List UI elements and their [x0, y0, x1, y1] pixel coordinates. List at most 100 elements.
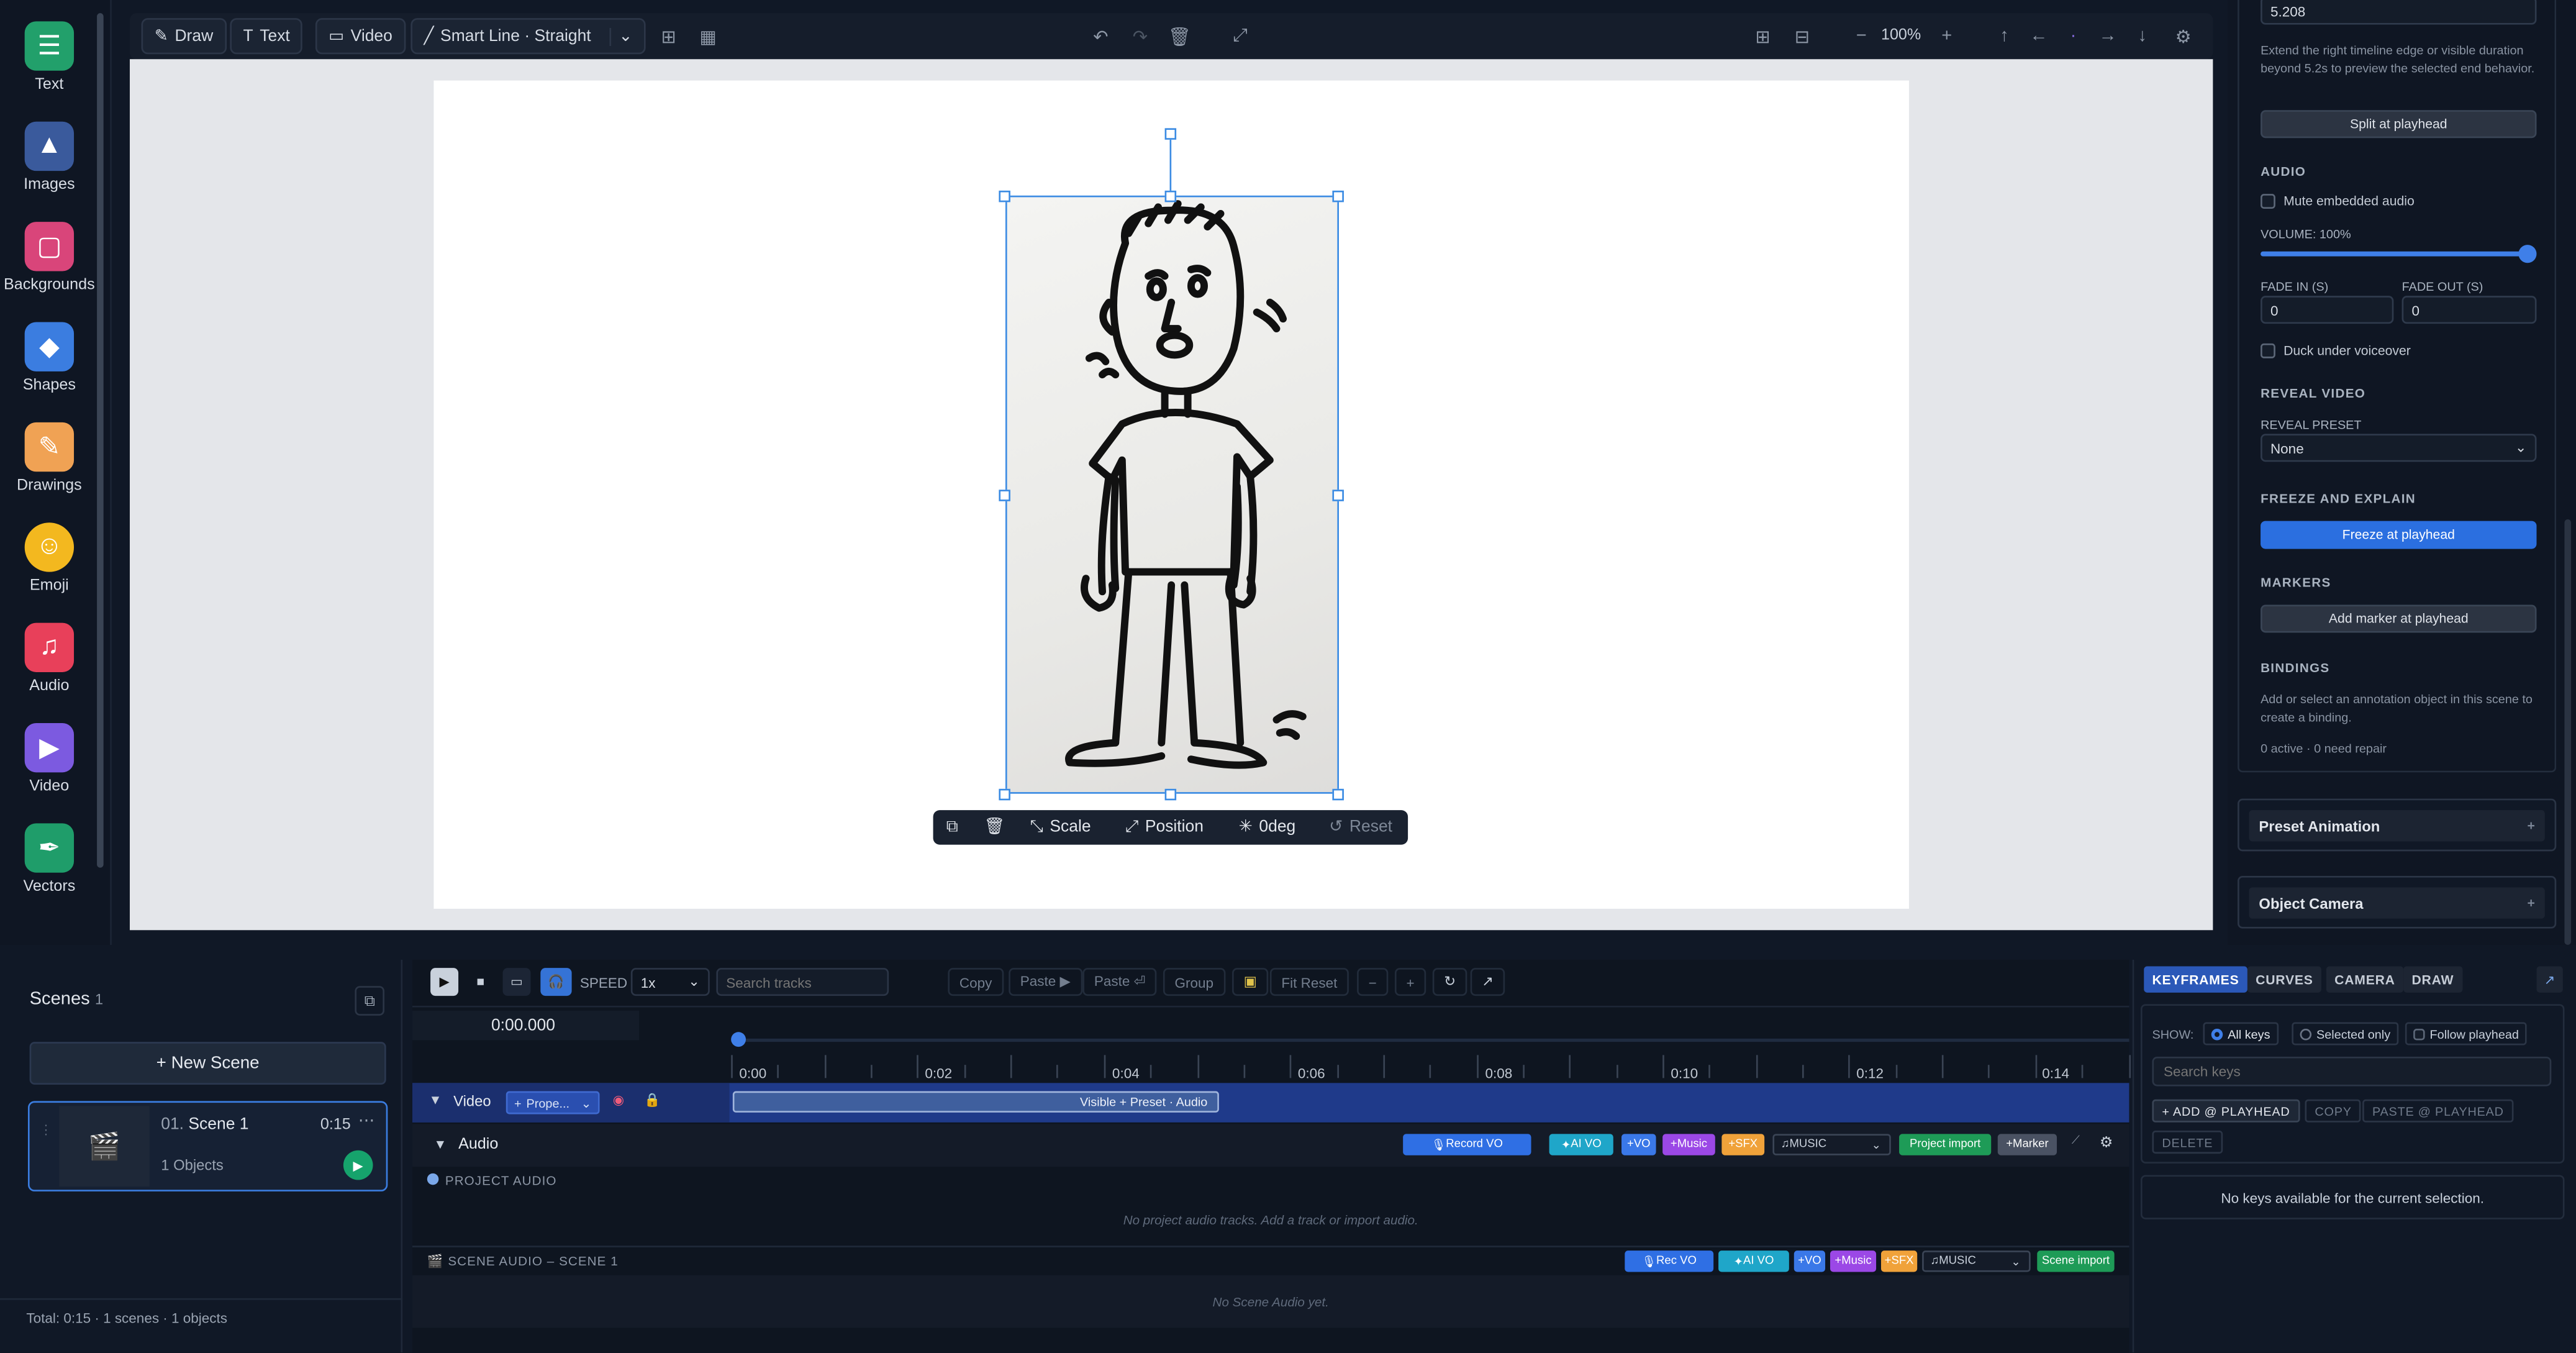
sidebar-item-vectors[interactable]: ✒ Vectors — [0, 823, 99, 896]
tab-curves[interactable]: CURVES — [2247, 966, 2321, 993]
paste-button[interactable]: Paste ▶ — [1009, 968, 1082, 996]
zoom-out-icon[interactable]: − — [1846, 21, 1876, 51]
sidebar-item-shapes[interactable]: ◆ Shapes — [0, 322, 99, 394]
sidebar-item-images[interactable]: ▲ Images — [0, 121, 99, 194]
scene-music-select[interactable]: ♫ MUSIC ⌄ — [1922, 1250, 2031, 1272]
popout-icon[interactable]: ↗ — [1470, 968, 1505, 996]
zoom-in-icon[interactable]: + — [1932, 21, 1962, 51]
expand-icon[interactable]: ⤢ — [1225, 21, 1255, 51]
position-button[interactable]: ⤢ Position — [1125, 810, 1204, 845]
speed-select[interactable]: 1x ⌄ — [630, 968, 710, 996]
redo-icon[interactable]: ↷ — [1125, 21, 1155, 51]
arrow-right-icon[interactable]: → — [2093, 21, 2123, 51]
new-scene-button[interactable]: + New Scene — [29, 1042, 386, 1085]
record-vo-chip[interactable]: 🎙 Record VO — [1403, 1134, 1531, 1155]
center-icon[interactable]: · — [2059, 21, 2088, 51]
resize-handle-nw[interactable] — [999, 190, 1010, 203]
drag-handle-icon[interactable]: ⋮ — [39, 1123, 52, 1137]
sfx-chip[interactable]: +SFX — [1721, 1134, 1765, 1155]
fade-in-input[interactable]: 0 — [2261, 296, 2394, 324]
lock-icon[interactable]: 🔒 — [644, 1093, 660, 1108]
wand-icon[interactable]: ⟋ — [2072, 1136, 2080, 1149]
trash-icon[interactable]: 🗑 — [1165, 21, 1195, 51]
chevron-down-icon[interactable]: ⌄ — [609, 27, 632, 45]
scene-import-chip[interactable]: Scene import — [2037, 1250, 2115, 1272]
paste-keys-button[interactable]: PASTE @ PLAYHEAD — [2362, 1099, 2514, 1123]
play-scene-icon[interactable]: ▶ — [343, 1150, 373, 1180]
rotation-button[interactable]: ✳ 0deg — [1239, 810, 1296, 845]
sidebar-item-drawings[interactable]: ✎ Drawings — [0, 422, 99, 494]
vo-chip[interactable]: +VO — [1621, 1134, 1656, 1155]
paste-alt-button[interactable]: Paste ⏎ — [1082, 968, 1157, 996]
resize-handle-n[interactable] — [1164, 190, 1177, 203]
draw-button[interactable]: ✎ Draw — [141, 18, 227, 55]
scale-button[interactable]: ⤡ Scale — [1030, 810, 1091, 845]
delete-keys-button[interactable]: DELETE — [2152, 1131, 2223, 1154]
music-chip[interactable]: +Music — [1662, 1134, 1715, 1155]
resize-handle-sw[interactable] — [999, 788, 1010, 801]
duplicate-scene-icon[interactable]: ⧉ — [355, 986, 385, 1016]
volume-slider-thumb[interactable] — [2518, 245, 2537, 263]
line-mode-button[interactable]: ╱ Smart Line · Straight ⌄ — [410, 18, 646, 55]
record-icon[interactable]: ◉ — [613, 1093, 624, 1108]
video-clip[interactable]: Visible + Preset · Audio — [732, 1091, 1219, 1113]
drawing-image[interactable] — [1005, 195, 1340, 794]
add-marker-button[interactable]: Add marker at playhead — [2261, 604, 2537, 633]
scene-rec-vo-chip[interactable]: 🎙 Rec VO — [1625, 1250, 1714, 1272]
reveal-preset-select[interactable]: None ⌄ — [2261, 434, 2537, 462]
volume-slider[interactable] — [2261, 251, 2527, 257]
sidebar-item-audio[interactable]: ♫ Audio — [0, 622, 99, 695]
all-keys-radio[interactable]: All keys — [2203, 1022, 2279, 1046]
zoom-in-timeline-icon[interactable]: + — [1394, 968, 1426, 996]
split-at-playhead-button[interactable]: Split at playhead — [2261, 110, 2537, 139]
preset-animation-section[interactable]: Preset Animation + — [2238, 798, 2557, 852]
scene-music-chip[interactable]: +Music — [1830, 1250, 1877, 1272]
group-button[interactable]: Group — [1163, 968, 1225, 996]
reset-button[interactable]: ↺ Reset — [1329, 810, 1392, 845]
sidebar-scrollbar[interactable] — [97, 13, 104, 868]
selected-only-radio[interactable]: Selected only — [2292, 1022, 2399, 1046]
video-track-property-select[interactable]: + Prope... ⌄ — [506, 1091, 600, 1114]
more-icon[interactable]: ⋯ — [358, 1113, 374, 1131]
freeze-at-playhead-button[interactable]: Freeze at playhead — [2261, 521, 2537, 549]
project-import-chip[interactable]: Project import — [1899, 1134, 1992, 1155]
playhead-handle[interactable] — [731, 1032, 746, 1047]
duplicate-icon[interactable]: ⧉ — [946, 810, 958, 845]
search-keys-input[interactable] — [2152, 1056, 2552, 1086]
resize-handle-w[interactable] — [999, 490, 1010, 501]
collapse-icon[interactable]: ▼ — [429, 1093, 442, 1108]
fit-reset-button[interactable]: Fit Reset — [1269, 968, 1349, 996]
mute-checkbox[interactable] — [2261, 194, 2275, 209]
scene-sfx-chip[interactable]: +SFX — [1880, 1250, 1918, 1272]
sidebar-item-text[interactable]: ☰ Text — [0, 21, 99, 94]
ai-vo-chip[interactable]: ✦ AI VO — [1549, 1134, 1613, 1155]
sidebar-item-backgrounds[interactable]: ▢ Backgrounds — [0, 222, 99, 294]
search-tracks-input[interactable] — [716, 968, 889, 996]
arrow-down-icon[interactable]: ↓ — [2128, 21, 2157, 51]
scrub-track[interactable] — [731, 1038, 2129, 1042]
tab-camera[interactable]: CAMERA — [2326, 966, 2404, 993]
add-at-playhead-button[interactable]: + ADD @ PLAYHEAD — [2152, 1099, 2300, 1123]
zoom-out-timeline-icon[interactable]: − — [1357, 968, 1389, 996]
layout-alt-icon[interactable]: ⊟ — [1787, 21, 1817, 51]
headphones-icon[interactable]: 🎧 — [540, 968, 572, 996]
sidebar-item-emoji[interactable]: ☺ Emoji — [0, 522, 99, 595]
settings-icon[interactable]: ⚙ — [2169, 21, 2198, 51]
arrow-left-icon[interactable]: ← — [2024, 21, 2054, 51]
video-button[interactable]: ▭ Video — [315, 18, 406, 55]
popout-icon[interactable]: ↗ — [2536, 966, 2563, 993]
align-icon[interactable]: ⊞ — [654, 21, 684, 51]
object-camera-section[interactable]: Object Camera + — [2238, 875, 2557, 929]
panel-scrollbar[interactable] — [2564, 519, 2572, 945]
fade-out-input[interactable]: 0 — [2401, 296, 2537, 324]
scene-ai-vo-chip[interactable]: ✦ AI VO — [1718, 1250, 1789, 1272]
follow-playhead-checkbox[interactable]: Follow playhead — [2405, 1022, 2528, 1046]
gear-icon[interactable]: ⚙ — [2100, 1134, 2113, 1152]
delete-icon[interactable]: 🗑 — [984, 810, 1005, 845]
snapshot-icon[interactable]: ▣ — [1232, 968, 1269, 996]
resize-handle-se[interactable] — [1332, 788, 1344, 801]
duck-checkbox[interactable] — [2261, 343, 2275, 358]
stop-icon[interactable]: ■ — [466, 968, 494, 996]
tab-keyframes[interactable]: KEYFRAMES — [2144, 966, 2247, 993]
copy-button[interactable]: Copy — [948, 968, 1004, 996]
